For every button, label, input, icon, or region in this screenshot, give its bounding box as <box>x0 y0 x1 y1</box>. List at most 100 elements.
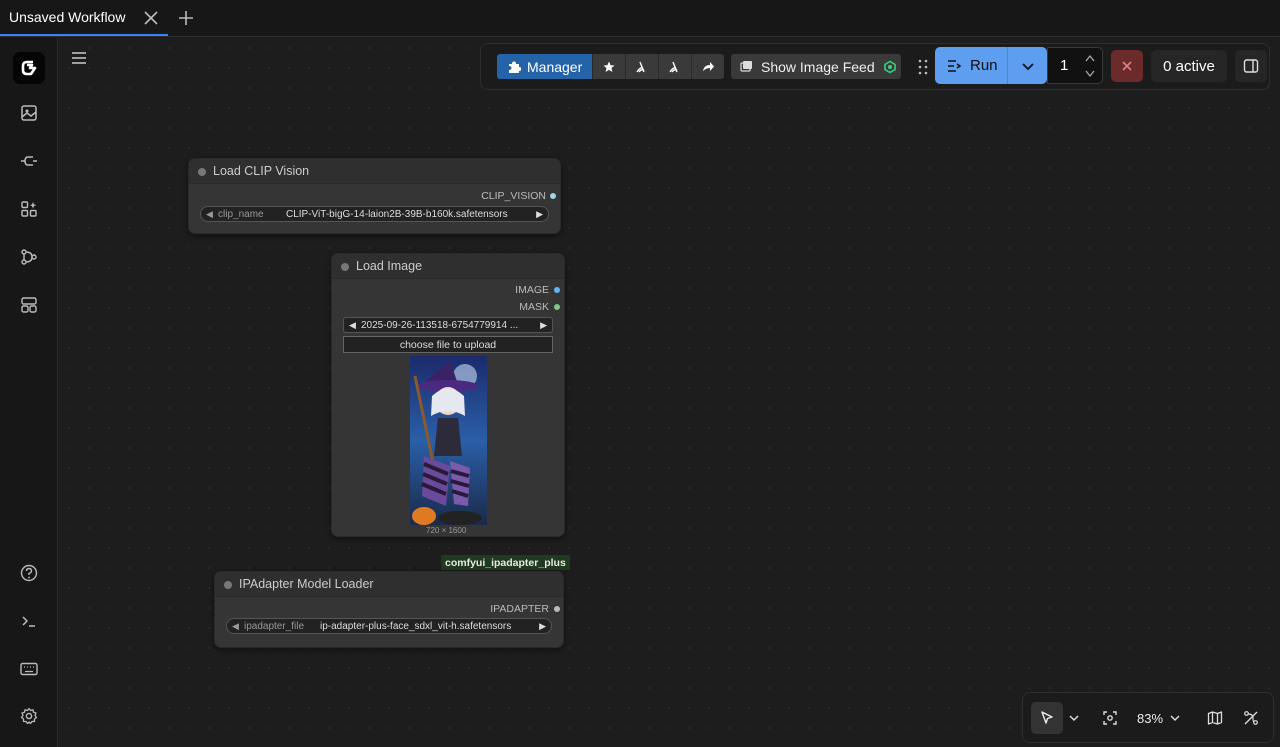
increment-icon[interactable] <box>1084 53 1096 63</box>
manager-button[interactable]: Manager <box>497 54 593 79</box>
share-arrow-icon <box>703 61 715 71</box>
run-group: Run <box>935 47 1047 84</box>
sidebar-item-workflows[interactable] <box>18 246 40 268</box>
output-socket-ipadapter[interactable] <box>554 606 560 612</box>
active-queue-button[interactable]: 0 active <box>1151 50 1227 82</box>
batch-count-input[interactable]: 1 <box>1047 47 1103 84</box>
widget-name: clip_name <box>218 209 264 220</box>
output-socket-image[interactable] <box>554 287 560 293</box>
node-title: IPAdapter Model Loader <box>239 577 374 591</box>
node-load-clip-vision[interactable]: Load CLIP Vision CLIP_VISION ◀ clip_name… <box>188 158 561 234</box>
cancel-run-button[interactable] <box>1111 50 1143 82</box>
arrow-left-icon[interactable]: ◀ <box>232 621 239 632</box>
run-button[interactable]: Run <box>935 47 1007 84</box>
image-feed-label: Show Image Feed <box>761 58 875 75</box>
sidebar-item-keybindings[interactable] <box>18 658 40 680</box>
toggle-panel-button[interactable] <box>1235 50 1267 82</box>
arrow-left-icon[interactable]: ◀ <box>349 320 356 331</box>
zoom-level: 83% <box>1136 710 1164 726</box>
unload-models-button[interactable] <box>625 54 659 79</box>
widget-name: ipadapter_file <box>244 621 305 632</box>
broom-clean-icon <box>669 61 678 72</box>
keyboard-icon <box>20 662 38 676</box>
minimap-button[interactable] <box>1205 709 1225 727</box>
arrow-right-icon[interactable]: ▶ <box>536 209 543 220</box>
node-header[interactable]: Load Image <box>332 254 564 279</box>
zoom-control[interactable]: 83% <box>1132 709 1186 727</box>
ipadapter-file-combo[interactable]: ◀ ipadapter_file ip-adapter-plus-face_sd… <box>226 618 552 634</box>
node-header[interactable]: IPAdapter Model Loader <box>215 572 563 597</box>
broom-icon <box>636 61 645 72</box>
collapse-dot[interactable] <box>198 168 206 176</box>
output-socket-mask[interactable] <box>554 304 560 310</box>
map-icon <box>1207 711 1223 725</box>
image-preview <box>410 356 487 525</box>
show-image-feed-button[interactable]: Show Image Feed <box>731 54 901 79</box>
collapse-dot[interactable] <box>224 581 232 589</box>
run-label: Run <box>970 57 998 74</box>
manager-label: Manager <box>527 58 583 75</box>
free-memory-button[interactable] <box>658 54 692 79</box>
sidebar-item-settings[interactable] <box>18 705 40 727</box>
fit-view-button[interactable] <box>1100 709 1120 727</box>
widget-value: CLIP-ViT-bigG-14-laion2B-39B-b160k.safet… <box>286 209 508 220</box>
select-mode-button[interactable] <box>1031 702 1063 734</box>
puzzle-icon <box>509 61 521 73</box>
output-socket-clip-vision[interactable] <box>550 193 556 199</box>
choose-file-button[interactable]: choose file to upload <box>343 336 553 353</box>
node-pack-badge: comfyui_ipadapter_plus <box>441 555 570 570</box>
tab-bar: Unsaved Workflow <box>0 0 1280 37</box>
help-icon <box>20 564 38 582</box>
drag-handle-icon[interactable] <box>917 58 929 76</box>
manager-group: Manager <box>497 54 725 79</box>
queue-list-icon <box>948 59 962 72</box>
toggle-links-button[interactable] <box>1241 709 1261 727</box>
share-button[interactable] <box>691 54 725 79</box>
sidebar-item-nodes[interactable] <box>18 198 40 220</box>
crystools-icon <box>883 60 896 73</box>
close-icon[interactable] <box>142 9 160 27</box>
run-mode-dropdown[interactable] <box>1007 47 1047 84</box>
add-tab-icon[interactable] <box>176 8 196 28</box>
output-label-ipadapter: IPADAPTER <box>490 603 549 615</box>
image-file-combo[interactable]: ◀ 2025-09-26-113518-6754779914 ... ▶ <box>343 317 553 333</box>
output-label-mask: MASK <box>519 301 549 313</box>
pointer-icon <box>1041 711 1053 724</box>
arrow-right-icon[interactable]: ▶ <box>539 621 546 632</box>
comfy-logo[interactable] <box>13 52 45 84</box>
tab-title: Unsaved Workflow <box>9 9 126 25</box>
sidebar-item-terminal[interactable] <box>18 610 40 632</box>
terminal-icon <box>22 616 35 627</box>
arrow-left-icon[interactable]: ◀ <box>206 209 213 220</box>
clip-name-combo[interactable]: ◀ clip_name CLIP-ViT-bigG-14-laion2B-39B… <box>200 206 549 222</box>
chevron-down-icon <box>1021 62 1034 70</box>
output-label-image: IMAGE <box>515 284 549 296</box>
node-header[interactable]: Load CLIP Vision <box>189 159 560 184</box>
output-label-clip-vision: CLIP_VISION <box>481 190 546 202</box>
node-library-icon <box>21 201 37 217</box>
favorites-button[interactable] <box>592 54 626 79</box>
side-panel-icon <box>1243 59 1259 73</box>
chevron-down-icon <box>1170 715 1180 722</box>
close-icon <box>1122 61 1132 71</box>
sidebar-item-help[interactable] <box>18 562 40 584</box>
node-ipadapter-model-loader[interactable]: IPAdapter Model Loader IPADAPTER ◀ ipada… <box>214 571 564 648</box>
image-feed-icon <box>740 61 752 72</box>
sidebar-item-images[interactable] <box>18 102 40 124</box>
collapse-dot[interactable] <box>341 263 349 271</box>
chevron-down-icon <box>1069 715 1079 722</box>
sidebar <box>0 38 58 747</box>
tab-unsaved-workflow[interactable]: Unsaved Workflow <box>0 0 168 36</box>
sidebar-item-models[interactable] <box>18 150 40 172</box>
focus-icon <box>1103 711 1117 725</box>
sidebar-item-templates[interactable] <box>18 294 40 316</box>
image-size-caption: 720 × 1600 <box>426 526 467 535</box>
decrement-icon[interactable] <box>1084 69 1096 79</box>
arrow-right-icon[interactable]: ▶ <box>540 320 547 331</box>
mode-dropdown[interactable] <box>1066 710 1082 726</box>
node-load-image[interactable]: Load Image IMAGE MASK ◀ 2025-09-26-11351… <box>331 253 565 537</box>
image-gallery-icon <box>21 105 37 121</box>
comfy-logo-icon <box>21 60 37 76</box>
templates-icon <box>21 297 37 313</box>
hamburger-menu-icon[interactable] <box>70 49 88 67</box>
